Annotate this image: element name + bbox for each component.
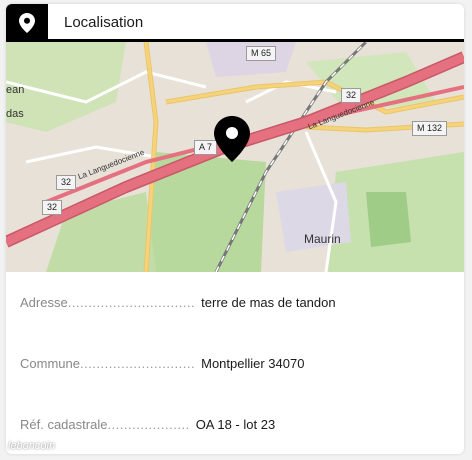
- location-map[interactable]: ean das Maurin La Languedocienne La Lang…: [6, 42, 464, 272]
- detail-label: Adresse: [20, 295, 68, 310]
- section-header: Localisation: [6, 4, 464, 42]
- detail-value: Montpellier 34070: [201, 356, 305, 371]
- property-details: Adresse ............................... …: [6, 272, 464, 454]
- map-label-partial-1: ean: [6, 84, 25, 96]
- detail-row-cadastral: Réf. cadastrale .................... OA …: [20, 394, 450, 454]
- detail-row-address: Adresse ............................... …: [20, 272, 450, 333]
- road-shield-32: 32: [341, 88, 362, 103]
- dot-leader: ...............................: [67, 295, 196, 310]
- detail-value: OA 18 - lot 23: [195, 417, 276, 432]
- detail-value: terre de mas de tandon: [201, 295, 336, 310]
- watermark: leboncoin: [8, 440, 56, 452]
- location-card: Localisation ean das Maurin La Languedoc…: [6, 4, 464, 454]
- road-shield-32: 32: [56, 175, 77, 190]
- road-shield-m65: M 65: [246, 46, 277, 61]
- map-marker-icon[interactable]: [214, 116, 250, 162]
- map-label-partial-2: das: [6, 108, 24, 120]
- road-shield-32: 32: [42, 200, 63, 215]
- dot-leader: ....................: [107, 417, 190, 432]
- section-title: Localisation: [64, 14, 144, 31]
- location-pin-icon: [6, 4, 48, 42]
- dot-leader: ............................: [79, 356, 196, 371]
- detail-row-commune: Commune ............................ Mon…: [20, 333, 450, 394]
- road-shield-m132: M 132: [412, 121, 448, 136]
- detail-label: Commune: [20, 356, 80, 371]
- map-label-maurin: Maurin: [304, 232, 341, 246]
- detail-label: Réf. cadastrale: [20, 417, 108, 432]
